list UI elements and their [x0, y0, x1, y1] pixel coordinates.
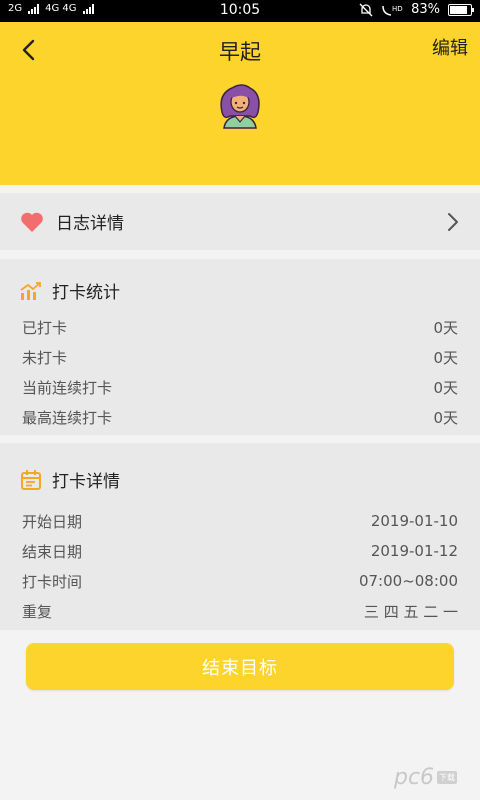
detail-value: 2019-01-12: [370, 542, 458, 560]
stats-section: 打卡统计 已打卡 0天 未打卡 0天 当前连续打卡 0天 最高连续打卡 0天: [0, 259, 480, 435]
detail-value: 三 四 五 二 一: [363, 602, 458, 621]
avatar-icon[interactable]: [216, 82, 264, 130]
stat-label: 已打卡: [22, 318, 68, 337]
detail-label: 打卡时间: [22, 572, 83, 591]
stats-title: 打卡统计: [52, 283, 120, 303]
bar-chart-icon: [20, 281, 41, 300]
stat-value: 0天: [433, 378, 458, 397]
stat-row: 已打卡 0天: [22, 316, 458, 338]
alarm-off-icon: [359, 3, 373, 16]
detail-row: 打卡时间 07:00~08:00: [22, 570, 458, 592]
detail-value: 2019-01-10: [370, 512, 458, 530]
stat-row: 当前连续打卡 0天: [22, 376, 458, 398]
battery-icon: [448, 3, 474, 16]
svg-text:HD: HD: [392, 5, 403, 13]
log-detail-row[interactable]: 日志详情: [0, 193, 480, 250]
detail-row: 开始日期 2019-01-10: [22, 510, 458, 532]
edit-button[interactable]: 编辑: [432, 34, 468, 60]
watermark-tag: 下载: [437, 770, 458, 784]
detail-label: 开始日期: [22, 512, 83, 531]
chevron-right-icon: [448, 213, 458, 231]
details-title: 打卡详情: [52, 472, 120, 492]
calendar-icon: [21, 469, 41, 490]
stat-row: 最高连续打卡 0天: [22, 406, 458, 428]
stat-value: 0天: [433, 408, 458, 427]
stat-row: 未打卡 0天: [22, 346, 458, 368]
watermark-text: pc6: [394, 764, 435, 790]
details-section: 打卡详情 开始日期 2019-01-10 结束日期 2019-01-12 打卡时…: [0, 443, 480, 630]
status-right: HD 83%: [359, 2, 474, 17]
detail-row: 结束日期 2019-01-12: [22, 540, 458, 562]
stat-label: 最高连续打卡: [22, 408, 113, 427]
end-goal-button[interactable]: 结束目标: [26, 643, 454, 690]
log-detail-label: 日志详情: [56, 214, 124, 234]
detail-label: 结束日期: [22, 542, 83, 561]
stat-value: 0天: [433, 348, 458, 367]
battery-percent: 83%: [411, 2, 440, 17]
details-header: 打卡详情: [20, 467, 120, 492]
stat-label: 未打卡: [22, 348, 68, 367]
stats-header: 打卡统计: [20, 278, 120, 303]
detail-row: 重复 三 四 五 二 一: [22, 600, 458, 622]
watermark: pc6 下载: [394, 762, 466, 792]
page-title: 早起: [219, 40, 261, 64]
hd-call-icon: HD: [382, 5, 403, 16]
heart-icon: [21, 212, 43, 232]
detail-value: 07:00~08:00: [358, 572, 458, 590]
header: 早起 编辑: [0, 22, 480, 185]
status-bar: 2G 4G 4G 10:05 HD 83%: [0, 0, 480, 22]
stat-value: 0天: [433, 318, 458, 337]
stat-label: 当前连续打卡: [22, 378, 113, 397]
detail-label: 重复: [22, 602, 53, 621]
